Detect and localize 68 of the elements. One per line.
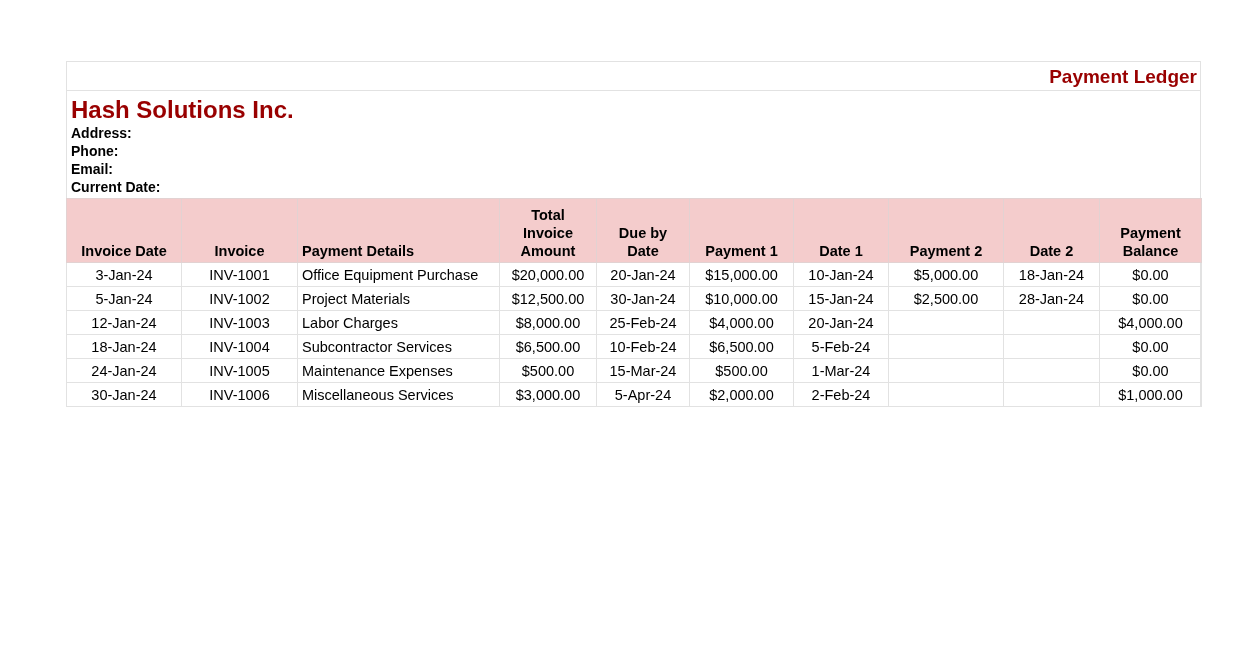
table-cell: $2,000.00 [689, 382, 794, 407]
table-cell: $20,000.00 [499, 262, 597, 287]
table-cell: Labor Charges [297, 310, 500, 335]
company-name: Hash Solutions Inc. [71, 96, 295, 124]
column-header: Date 1 [793, 198, 889, 263]
table-cell: INV-1004 [181, 334, 298, 359]
table-cell: $1,000.00 [1099, 382, 1202, 407]
table-cell: $15,000.00 [689, 262, 794, 287]
table-cell: 5-Feb-24 [793, 334, 889, 359]
table-cell: 28-Jan-24 [1003, 286, 1100, 311]
table-cell: $10,000.00 [689, 286, 794, 311]
table-cell: 30-Jan-24 [66, 382, 182, 407]
column-header: Payment Details [297, 198, 500, 263]
column-header: Invoice [181, 198, 298, 263]
table-cell: 2-Feb-24 [793, 382, 889, 407]
table-cell: 15-Mar-24 [596, 358, 690, 383]
table-cell: $0.00 [1099, 358, 1202, 383]
column-header: Payment 2 [888, 198, 1004, 263]
table-cell: $4,000.00 [1099, 310, 1202, 335]
table-cell: $0.00 [1099, 286, 1202, 311]
table-cell: 18-Jan-24 [1003, 262, 1100, 287]
table-cell: INV-1002 [181, 286, 298, 311]
table-cell: $6,500.00 [689, 334, 794, 359]
table-cell: INV-1006 [181, 382, 298, 407]
table-cell: $3,000.00 [499, 382, 597, 407]
column-header: Payment 1 [689, 198, 794, 263]
table-cell: INV-1005 [181, 358, 298, 383]
table-cell: 10-Feb-24 [596, 334, 690, 359]
table-cell: 18-Jan-24 [66, 334, 182, 359]
table-cell: 15-Jan-24 [793, 286, 889, 311]
table-cell: Maintenance Expenses [297, 358, 500, 383]
table-cell: $5,000.00 [888, 262, 1004, 287]
company-field-label: Email: [71, 160, 114, 178]
ledger-title: Payment Ledger [1049, 66, 1197, 88]
table-cell: $12,500.00 [499, 286, 597, 311]
table-cell: 30-Jan-24 [596, 286, 690, 311]
column-header: Invoice Date [66, 198, 182, 263]
table-cell: 24-Jan-24 [66, 358, 182, 383]
table-cell: $500.00 [689, 358, 794, 383]
table-cell: $4,000.00 [689, 310, 794, 335]
table-cell: $8,000.00 [499, 310, 597, 335]
company-field-label: Current Date: [71, 178, 162, 196]
table-cell: INV-1001 [181, 262, 298, 287]
table-cell: 20-Jan-24 [596, 262, 690, 287]
table-cell: Miscellaneous Services [297, 382, 500, 407]
table-cell: 20-Jan-24 [793, 310, 889, 335]
table-cell: Subcontractor Services [297, 334, 500, 359]
table-cell: 5-Apr-24 [596, 382, 690, 407]
table-cell: 10-Jan-24 [793, 262, 889, 287]
company-field-label: Address: [71, 124, 133, 142]
table-cell: 1-Mar-24 [793, 358, 889, 383]
column-header: Date 2 [1003, 198, 1100, 263]
table-cell: Project Materials [297, 286, 500, 311]
table-cell: 3-Jan-24 [66, 262, 182, 287]
table-cell: $2,500.00 [888, 286, 1004, 311]
table-cell: $6,500.00 [499, 334, 597, 359]
table-cell: 5-Jan-24 [66, 286, 182, 311]
table-cell: $0.00 [1099, 334, 1202, 359]
column-header: Payment Balance [1099, 198, 1202, 263]
table-cell: 12-Jan-24 [66, 310, 182, 335]
table-cell: INV-1003 [181, 310, 298, 335]
column-header: Total Invoice Amount [499, 198, 597, 263]
table-cell: Office Equipment Purchase [297, 262, 500, 287]
company-field-label: Phone: [71, 142, 120, 160]
table-cell: $500.00 [499, 358, 597, 383]
table-cell: $0.00 [1099, 262, 1202, 287]
table-cell: 25-Feb-24 [596, 310, 690, 335]
column-header: Due by Date [596, 198, 690, 263]
